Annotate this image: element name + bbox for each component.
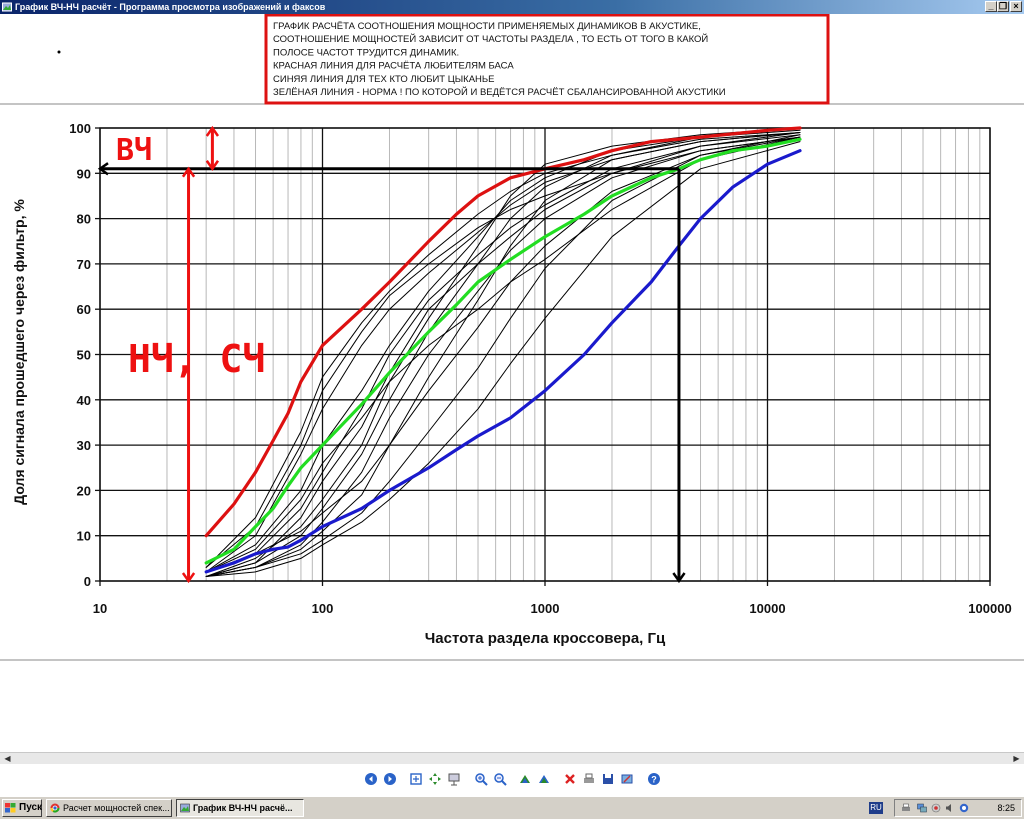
note-line: ПОЛОСЕ ЧАСТОТ ТРУДИТСЯ ДИНАМИК. [273, 47, 459, 58]
chart-series-line-black [205, 134, 801, 577]
y-tick-label: 0 [84, 574, 91, 589]
windows-logo-icon [5, 803, 16, 813]
lf-annotation: НЧ, СЧ [128, 337, 265, 381]
image-canvas: ГРАФИК РАСЧЁТА СООТНОШЕНИЯ МОЩНОСТИ ПРИМ… [0, 14, 1024, 661]
zoom-out-icon[interactable] [493, 772, 507, 786]
x-axis-label: Частота раздела кроссовера, Гц [425, 630, 666, 647]
volume-tray-icon[interactable] [945, 803, 955, 813]
prev-image-icon[interactable] [364, 772, 378, 786]
y-tick-label: 20 [77, 483, 91, 498]
x-tick-label: 10 [93, 601, 107, 616]
help-icon[interactable]: ? [647, 772, 661, 786]
rotate-counterclockwise-icon[interactable] [537, 772, 551, 786]
rotate-clockwise-icon[interactable] [518, 772, 532, 786]
security-tray-icon[interactable] [931, 803, 941, 813]
note-line: СООТНОШЕНИЕ МОЩНОСТЕЙ ЗАВИСИТ ОТ ЧАСТОТЫ… [273, 33, 708, 45]
restore-button[interactable]: ❐ [997, 1, 1009, 12]
y-tick-label: 30 [77, 438, 91, 453]
close-button[interactable]: × [1010, 1, 1022, 12]
printer-tray-icon[interactable] [901, 803, 911, 813]
chart-series-line-black [205, 127, 801, 568]
delete-icon[interactable] [563, 772, 577, 786]
network-tray-icon[interactable] [917, 803, 927, 813]
minimize-button[interactable]: _ [985, 1, 997, 12]
y-tick-label: 80 [77, 212, 91, 227]
save-icon[interactable] [601, 772, 615, 786]
viewer-toolbar: ? [0, 764, 1024, 796]
note-line: ЗЕЛЁНАЯ ЛИНИЯ - НОРМА ! ПО КОТОРОЙ И ВЕД… [273, 86, 726, 98]
title-bar[interactable]: График ВЧ-НЧ расчёт - Программа просмотр… [0, 0, 1024, 14]
slideshow-icon[interactable] [447, 772, 461, 786]
start-label: Пуск [19, 802, 43, 813]
x-tick-label: 100000 [968, 601, 1011, 616]
x-tick-label: 1000 [531, 601, 560, 616]
chart-series-black [205, 127, 801, 577]
svg-text:?: ? [651, 775, 657, 785]
y-tick-label: 60 [77, 302, 91, 317]
task-browser[interactable]: Расчет мощностей спек... [46, 799, 172, 817]
taskbar: Пуск Расчет мощностей спек... График ВЧ-… [0, 796, 1024, 819]
y-tick-label: 40 [77, 393, 91, 408]
y-tick-label: 70 [77, 257, 91, 272]
y-tick-label: 90 [77, 166, 91, 181]
y-tick-label: 100 [69, 121, 91, 136]
image-view[interactable]: ГРАФИК РАСЧЁТА СООТНОШЕНИЯ МОЩНОСТИ ПРИМ… [0, 14, 1024, 752]
window-title: График ВЧ-НЧ расчёт - Программа просмотр… [15, 2, 326, 12]
actual-size-icon[interactable] [428, 772, 442, 786]
task-label: График ВЧ-НЧ расчё... [193, 803, 293, 813]
chart-series-line-black [205, 136, 801, 568]
chart-series-line-black [205, 134, 801, 577]
y-tick-label: 10 [77, 529, 91, 544]
x-tick-label: 100 [312, 601, 334, 616]
chart-series-line-black [205, 127, 801, 577]
print-icon[interactable] [582, 772, 596, 786]
scroll-right-icon[interactable]: ▶ [1011, 753, 1022, 764]
zoom-in-icon[interactable] [474, 772, 488, 786]
y-tick-label: 50 [77, 348, 91, 363]
best-fit-icon[interactable] [409, 772, 423, 786]
language-indicator[interactable]: RU [869, 802, 883, 814]
task-image-viewer[interactable]: График ВЧ-НЧ расчё... [176, 799, 304, 817]
system-tray: RU 8:25 [869, 799, 1022, 817]
note-box: ГРАФИК РАСЧЁТА СООТНОШЕНИЯ МОЩНОСТИ ПРИМ… [264, 14, 830, 105]
note-line: ГРАФИК РАСЧЁТА СООТНОШЕНИЯ МОЩНОСТИ ПРИМ… [273, 21, 701, 32]
start-button[interactable]: Пуск [2, 799, 42, 817]
y-axis-label: Доля сигнала прошедшего через фильтр, % [11, 199, 27, 505]
next-image-icon[interactable] [383, 772, 397, 786]
task-label: Расчет мощностей спек... [63, 803, 170, 813]
stray-dot [57, 50, 61, 54]
antivirus-tray-icon[interactable] [959, 803, 969, 813]
edit-icon[interactable] [620, 772, 634, 786]
horizontal-scrollbar[interactable]: ◀ ▶ [0, 752, 1024, 764]
scroll-left-icon[interactable]: ◀ [2, 753, 13, 764]
note-line: КРАСНАЯ ЛИНИЯ ДЛЯ РАСЧЁТА ЛЮБИТЕЛЯМ БАСА [273, 61, 514, 72]
image-viewer-icon [180, 803, 190, 813]
chrome-icon [50, 803, 60, 813]
chart-series-line-black [205, 136, 801, 577]
image-viewer-app-icon [2, 2, 12, 12]
clock: 8:25 [997, 803, 1015, 813]
hf-annotation: ВЧ [116, 133, 152, 168]
x-tick-label: 10000 [749, 601, 785, 616]
chart-series-line-1 [204, 137, 802, 565]
note-line: СИНЯЯ ЛИНИЯ ДЛЯ ТЕХ КТО ЛЮБИТ ЦЫКАНЬЕ [273, 74, 494, 85]
